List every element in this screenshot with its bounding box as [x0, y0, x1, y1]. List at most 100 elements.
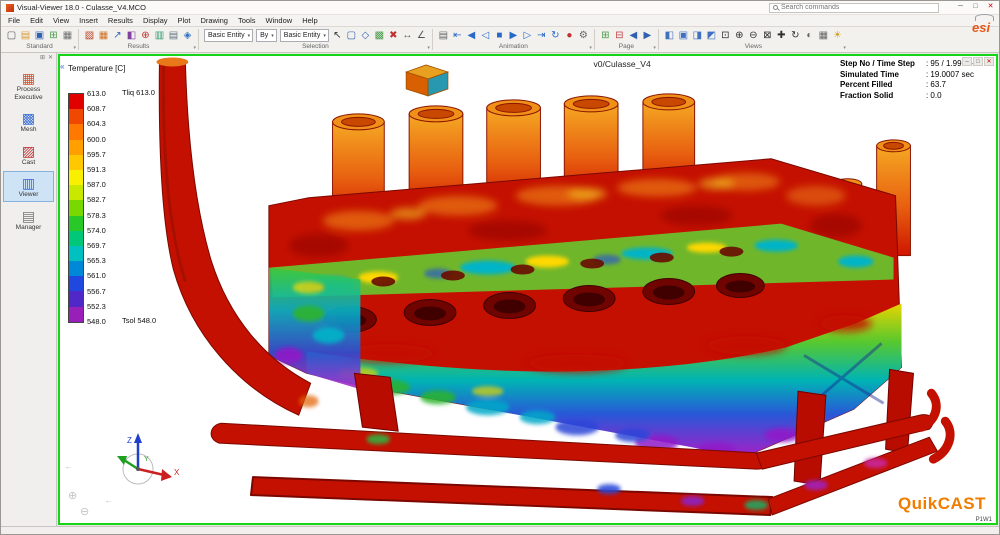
collapse-panel-icon[interactable]: «	[60, 62, 64, 71]
rotate-view-icon[interactable]: ↻	[789, 29, 802, 42]
zoom-in-icon[interactable]: ⊕	[733, 29, 746, 42]
sidebar-item-manager[interactable]: ▤Manager	[3, 204, 54, 235]
pan-icon[interactable]: ✚	[775, 29, 788, 42]
menu-window[interactable]: Window	[261, 15, 298, 27]
next-page-icon[interactable]: ▶	[641, 29, 654, 42]
plot-window-title: v0/Culasse_V4	[594, 59, 651, 69]
plot-window-controls: – □ ✕	[962, 57, 994, 66]
sidebar-close-icon[interactable]: ✕	[48, 54, 53, 63]
shade-mode-icon[interactable]: ◐	[803, 29, 816, 42]
toolbar-group-views: ◧▣◨◩⊡⊕⊖⊠✚↻◐▦☀Views▾	[660, 27, 847, 52]
vector-plot-icon[interactable]: ↗	[111, 29, 124, 42]
fit-view-icon[interactable]: ⊡	[719, 29, 732, 42]
zoom-in-circle-icon[interactable]: ⊕	[68, 491, 77, 501]
film-icon[interactable]: ▤	[437, 29, 450, 42]
sidebar-item-mesh[interactable]: ▩Mesh	[3, 106, 54, 137]
animation-settings-icon[interactable]: ⚙	[577, 29, 590, 42]
menu-tools[interactable]: Tools	[233, 15, 261, 27]
last-frame-icon[interactable]: ⇥	[535, 29, 548, 42]
loop-icon[interactable]: ↻	[549, 29, 562, 42]
top-view-icon[interactable]: ◩	[705, 29, 718, 42]
plot-maximize-button[interactable]: □	[973, 57, 983, 66]
select-by-select[interactable]: By▾	[256, 29, 277, 42]
menu-view[interactable]: View	[48, 15, 74, 27]
light-icon[interactable]: ☀	[831, 29, 844, 42]
open-file-icon[interactable]: ▤	[19, 29, 32, 42]
close-button[interactable]: ✕	[983, 1, 998, 13]
entity-mode-select[interactable]: Basic Entity▾	[280, 29, 329, 42]
menu-plot[interactable]: Plot	[173, 15, 196, 27]
menu-results[interactable]: Results	[103, 15, 138, 27]
group-expander-icon[interactable]: ▾	[843, 44, 846, 52]
zoom-box-icon[interactable]: ⊠	[761, 29, 774, 42]
select-all-icon[interactable]: ▩	[373, 29, 386, 42]
toolbar-group-label: Animation	[499, 43, 528, 50]
chart-icon[interactable]: ▥	[153, 29, 166, 42]
sidebar-item-viewer[interactable]: ▥Viewer	[3, 171, 54, 202]
plot-minimize-button[interactable]: –	[962, 57, 972, 66]
save-icon[interactable]: ▣	[33, 29, 46, 42]
axis-triad[interactable]: Z X Y	[92, 431, 184, 503]
sidebar-item-process-executive[interactable]: ▦Process Executive	[3, 66, 54, 104]
group-expander-icon[interactable]: ▾	[427, 44, 430, 52]
sidebar-pin-icon[interactable]: ⊞	[40, 54, 45, 63]
minimize-button[interactable]: ─	[953, 1, 968, 13]
sidebar-item-cast[interactable]: ▨Cast	[3, 139, 54, 170]
pan-left-icon-2[interactable]: ←	[104, 495, 113, 505]
viewport[interactable]: « v0/Culasse_V4 – □ ✕ Temperature [C] 61…	[58, 54, 998, 525]
step-forward-icon[interactable]: ▷	[521, 29, 534, 42]
first-frame-icon[interactable]: ⇤	[451, 29, 464, 42]
group-expander-icon[interactable]: ▾	[73, 44, 76, 52]
clear-selection-icon[interactable]: ✖	[387, 29, 400, 42]
side-view-icon[interactable]: ◨	[691, 29, 704, 42]
result-animation-icon[interactable]: ◈	[181, 29, 194, 42]
menu-edit[interactable]: Edit	[25, 15, 48, 27]
import-icon[interactable]: ⊞	[47, 29, 60, 42]
menu-insert[interactable]: Insert	[74, 15, 103, 27]
group-expander-icon[interactable]: ▾	[589, 44, 592, 52]
group-expander-icon[interactable]: ▾	[653, 44, 656, 52]
box-select-icon[interactable]: ▢	[345, 29, 358, 42]
section-cut-icon[interactable]: ◧	[125, 29, 138, 42]
new-file-icon[interactable]: ▢	[5, 29, 18, 42]
measure-angle-icon[interactable]: ∠	[415, 29, 428, 42]
step-back-icon[interactable]: ◁	[479, 29, 492, 42]
maximize-button[interactable]: □	[968, 1, 983, 13]
menu-drawing[interactable]: Drawing	[195, 15, 233, 27]
legend-tsol-label: Tsol 548.0	[122, 316, 156, 325]
zoom-out-circle-icon[interactable]: ⊖	[80, 507, 89, 517]
add-page-icon[interactable]: ⊞	[599, 29, 612, 42]
polygon-select-icon[interactable]: ◇	[359, 29, 372, 42]
measure-distance-icon[interactable]: ↔	[401, 29, 414, 42]
front-view-icon[interactable]: ▣	[677, 29, 690, 42]
delete-page-icon[interactable]: ⊟	[613, 29, 626, 42]
print-icon[interactable]: ▦	[61, 29, 74, 42]
pointer-select-icon[interactable]: ↖	[331, 29, 344, 42]
contour-icon[interactable]: ▦	[97, 29, 110, 42]
record-icon[interactable]: ●	[563, 29, 576, 42]
info-value: : 63.7	[926, 80, 946, 91]
group-expander-icon[interactable]: ▾	[193, 44, 196, 52]
command-search[interactable]	[769, 3, 939, 13]
mesh-icon: ▩	[4, 110, 53, 126]
menu-file[interactable]: File	[3, 15, 25, 27]
open-results-icon[interactable]: ▧	[83, 29, 96, 42]
search-input[interactable]	[781, 3, 935, 12]
stop-icon[interactable]: ■	[493, 29, 506, 42]
probe-icon[interactable]: ⊕	[139, 29, 152, 42]
prev-page-icon[interactable]: ◀	[627, 29, 640, 42]
legend-value: 574.0	[87, 226, 106, 235]
entity-filter-select[interactable]: Basic Entity▾	[204, 29, 253, 42]
zoom-out-icon[interactable]: ⊖	[747, 29, 760, 42]
plot-close-button[interactable]: ✕	[984, 57, 994, 66]
play-icon[interactable]: ▶	[507, 29, 520, 42]
model-canvas[interactable]	[60, 56, 996, 523]
report-icon[interactable]: ▤	[167, 29, 180, 42]
legend-value: 613.0	[87, 89, 106, 98]
pan-left-icon[interactable]: ←	[64, 461, 73, 471]
menu-display[interactable]: Display	[138, 15, 173, 27]
menu-help[interactable]: Help	[297, 15, 322, 27]
wireframe-icon[interactable]: ▦	[817, 29, 830, 42]
play-reverse-icon[interactable]: ◀	[465, 29, 478, 42]
iso-view-icon[interactable]: ◧	[663, 29, 676, 42]
